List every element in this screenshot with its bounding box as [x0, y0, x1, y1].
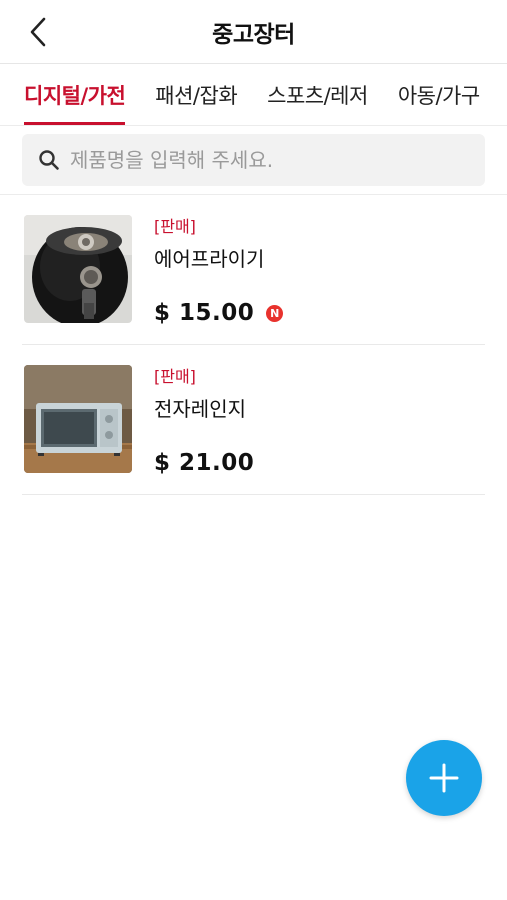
item-info: [판매] 전자레인지 $ 21.00 [154, 365, 485, 476]
list-item[interactable]: [판매] 에어프라이기 $ 15.00 N [22, 195, 485, 345]
search-bar-container [0, 126, 507, 195]
item-info: [판매] 에어프라이기 $ 15.00 N [154, 215, 485, 326]
app-header: 중고장터 [0, 0, 507, 64]
tab-fashion-goods[interactable]: 패션/잡화 [155, 64, 237, 125]
add-item-button[interactable] [406, 740, 482, 816]
page-title: 중고장터 [212, 21, 295, 48]
tab-kids-furniture[interactable]: 아동/가구 [398, 64, 480, 125]
list-item[interactable]: [판매] 전자레인지 $ 21.00 [22, 345, 485, 495]
microwave-photo [24, 365, 132, 473]
tab-sports-leisure[interactable]: 스포츠/레저 [267, 64, 368, 125]
price-row: $ 21.00 [154, 450, 485, 476]
search-bar [22, 134, 485, 186]
sale-label: [판매] [154, 217, 196, 236]
new-badge: N [266, 304, 284, 322]
search-input[interactable] [70, 148, 485, 172]
tab-digital-appliances[interactable]: 디지털/가전 [24, 64, 126, 125]
item-title: 에어프라이기 [154, 247, 265, 271]
category-tabs: 디지털/가전 패션/잡화 스포츠/레저 아동/가구 [0, 64, 507, 126]
search-icon [38, 149, 60, 171]
product-list: [판매] 에어프라이기 $ 15.00 N [판매] 전자레인지 $ 21.00 [0, 195, 507, 495]
chevron-left-icon [30, 17, 46, 47]
price-row: $ 15.00 N [154, 300, 485, 326]
back-button[interactable] [20, 14, 56, 50]
item-price: $ 21.00 [154, 450, 255, 476]
sale-label: [판매] [154, 367, 196, 386]
plus-icon [429, 763, 459, 793]
app-screen: 중고장터 디지털/가전 패션/잡화 스포츠/레저 아동/가구 제품명을 입력해 … [0, 0, 507, 900]
item-price: $ 15.00 [154, 300, 255, 326]
air-fryer-photo [24, 215, 132, 323]
item-title: 전자레인지 [154, 397, 246, 421]
